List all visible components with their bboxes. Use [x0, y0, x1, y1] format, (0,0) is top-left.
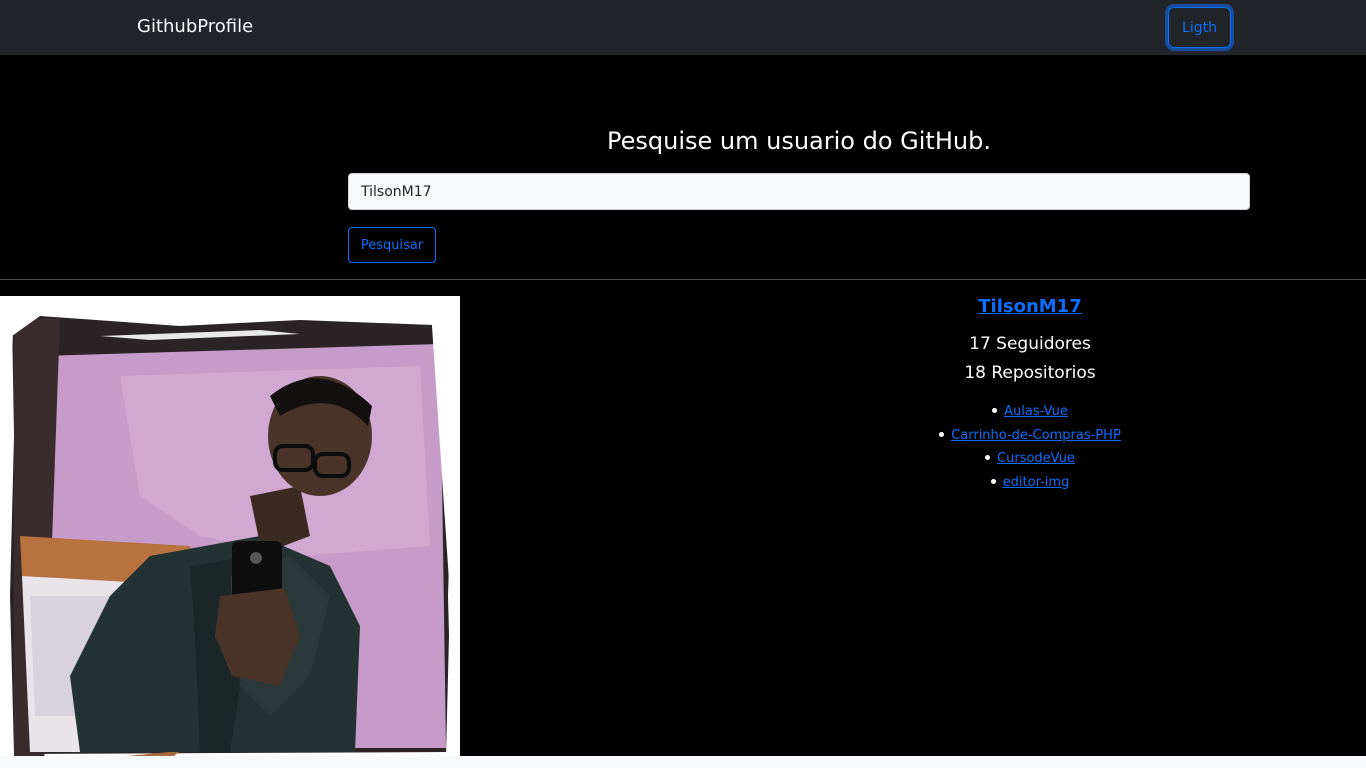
followers-count: 17 Seguidores [969, 334, 1091, 354]
bullet-icon [990, 478, 996, 484]
navbar: GithubProfile Ligth [0, 0, 1366, 55]
avatar [0, 296, 460, 756]
repositories-count: 18 Repositorios [964, 363, 1096, 383]
profile-username-link[interactable]: TilsonM17 [978, 294, 1081, 320]
repo-link[interactable]: Aulas-Vue [1004, 404, 1068, 419]
profile-info: TilsonM17 17 Seguidores 18 Repositorios … [780, 294, 1280, 494]
app-root: GithubProfile Ligth Pesquise um usuario … [0, 0, 1366, 756]
section-divider [0, 279, 1366, 280]
bullet-icon [939, 431, 945, 437]
repo-link[interactable]: CursodeVue [997, 451, 1075, 466]
theme-toggle-button[interactable]: Ligth [1168, 7, 1231, 48]
repo-list: Aulas-Vue Carrinho-de-Compras-PHP Cursod… [780, 400, 1280, 494]
search-title: Pesquise um usuario do GitHub. [607, 127, 991, 155]
repo-link[interactable]: Carrinho-de-Compras-PHP [951, 428, 1121, 443]
repo-link[interactable]: editor-img [1003, 475, 1070, 490]
brand-link[interactable]: GithubProfile [137, 16, 253, 38]
list-item: Aulas-Vue [780, 400, 1280, 424]
list-item: CursodeVue [780, 447, 1280, 471]
list-item: Carrinho-de-Compras-PHP [780, 424, 1280, 448]
user-avatar-photo-icon [0, 296, 460, 756]
list-item: editor-img [780, 471, 1280, 495]
bullet-icon [992, 408, 998, 413]
search-button[interactable]: Pesquisar [348, 227, 436, 263]
search-input[interactable] [348, 173, 1250, 210]
bullet-icon [985, 455, 991, 460]
